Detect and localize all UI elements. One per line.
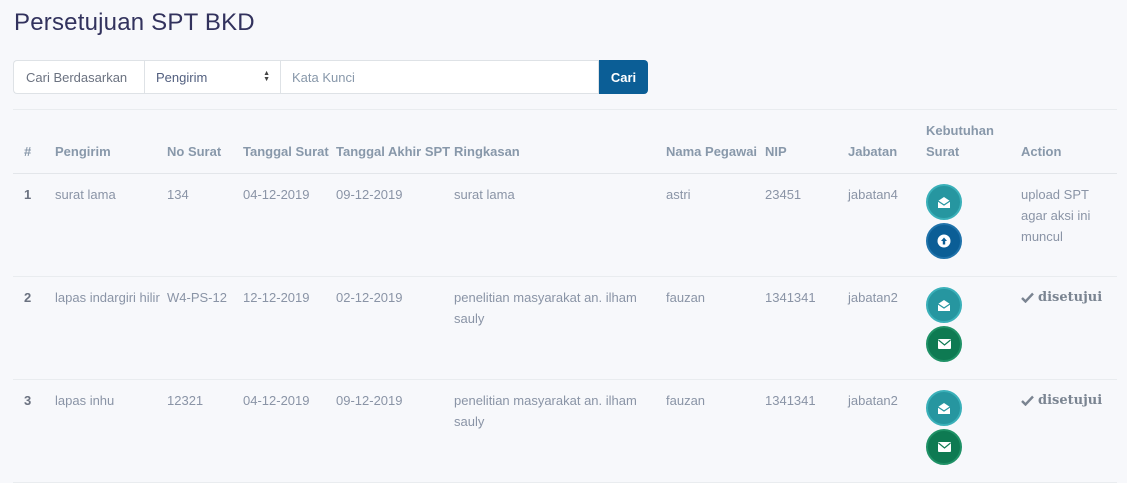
row-tanggal-akhir: 09-12-2019 xyxy=(336,379,454,483)
row-nip: 1341341 xyxy=(765,276,848,380)
row-action: disetujui xyxy=(1021,276,1117,380)
row-no-surat: 12321 xyxy=(167,379,243,483)
envelope-open-icon xyxy=(937,196,951,208)
row-kebutuhan xyxy=(926,379,1021,483)
row-kebutuhan xyxy=(926,173,1021,277)
envelope-icon xyxy=(937,442,951,452)
row-pengirim: lapas indargiri hilir xyxy=(55,276,167,380)
row-ringkasan: surat lama xyxy=(454,173,666,277)
send-letter-button[interactable] xyxy=(926,429,962,465)
envelope-open-icon xyxy=(937,299,951,311)
col-header-kebutuhan: Kebutuhan Surat xyxy=(926,109,1021,174)
select-arrows-icon: ▲ ▼ xyxy=(263,70,270,83)
approved-label: disetujui xyxy=(1038,290,1103,305)
col-header-action: Action xyxy=(1021,109,1117,174)
col-header-tanggal-akhir: Tanggal Akhir SPT xyxy=(336,109,454,174)
row-tanggal-surat: 12-12-2019 xyxy=(243,276,336,380)
col-header-tanggal-surat: Tanggal Surat xyxy=(243,109,336,174)
col-header-nama-pegawai: Nama Pegawai xyxy=(666,109,765,174)
approved-label: disetujui xyxy=(1038,393,1103,408)
envelope-open-icon xyxy=(937,402,951,414)
check-icon xyxy=(1021,292,1034,303)
row-tanggal-surat: 04-12-2019 xyxy=(243,173,336,277)
search-input[interactable]: Kata Kunci xyxy=(280,60,599,94)
row-ringkasan: penelitian masyarakat an. ilham sauly xyxy=(454,379,666,483)
send-letter-button[interactable] xyxy=(926,326,962,362)
row-jabatan: jabatan2 xyxy=(848,276,926,380)
col-header-pengirim: Pengirim xyxy=(55,109,167,174)
row-ringkasan: penelitian masyarakat an. ilham sauly xyxy=(454,276,666,380)
search-bar: Cari Berdasarkan Pengirim ▲ ▼ Kata Kunci … xyxy=(13,60,648,94)
page-title: Persetujuan SPT BKD xyxy=(14,9,255,36)
search-field-select-value: Pengirim xyxy=(156,69,208,85)
row-num: 3 xyxy=(13,379,55,483)
upload-spt-button[interactable] xyxy=(926,223,962,259)
table-row: 2 lapas indargiri hilir W4-PS-12 12-12-2… xyxy=(13,276,1117,380)
search-by-label: Cari Berdasarkan xyxy=(13,60,144,94)
search-button[interactable]: Cari xyxy=(599,60,648,94)
search-field-select[interactable]: Pengirim ▲ ▼ xyxy=(144,60,280,94)
col-header-num: # xyxy=(13,109,55,174)
row-nip: 1341341 xyxy=(765,379,848,483)
row-nama-pegawai: fauzan xyxy=(666,379,765,483)
col-header-jabatan: Jabatan xyxy=(848,109,926,174)
row-num: 2 xyxy=(13,276,55,380)
row-tanggal-surat: 04-12-2019 xyxy=(243,379,336,483)
row-nip: 23451 xyxy=(765,173,848,277)
col-header-no-surat: No Surat xyxy=(167,109,243,174)
view-letter-button[interactable] xyxy=(926,184,962,220)
row-no-surat: 134 xyxy=(167,173,243,277)
row-nama-pegawai: astri xyxy=(666,173,765,277)
table-row: 1 surat lama 134 04-12-2019 09-12-2019 s… xyxy=(13,173,1117,277)
view-letter-button[interactable] xyxy=(926,287,962,323)
approved-status: disetujui xyxy=(1021,287,1117,308)
row-pengirim: surat lama xyxy=(55,173,167,277)
row-jabatan: jabatan4 xyxy=(848,173,926,277)
row-action: disetujui xyxy=(1021,379,1117,483)
row-jabatan: jabatan2 xyxy=(848,379,926,483)
row-nama-pegawai: fauzan xyxy=(666,276,765,380)
approved-status: disetujui xyxy=(1021,390,1117,411)
col-header-ringkasan: Ringkasan xyxy=(454,109,666,174)
row-tanggal-akhir: 02-12-2019 xyxy=(336,276,454,380)
col-header-nip: NIP xyxy=(765,109,848,174)
view-letter-button[interactable] xyxy=(926,390,962,426)
check-icon xyxy=(1021,395,1034,406)
table-row: 3 lapas inhu 12321 04-12-2019 09-12-2019… xyxy=(13,379,1117,483)
row-action: upload SPT agar aksi ini muncul xyxy=(1021,173,1117,277)
row-pengirim: lapas inhu xyxy=(55,379,167,483)
spt-table: # Pengirim No Surat Tanggal Surat Tangga… xyxy=(13,109,1117,483)
upload-icon xyxy=(937,234,951,248)
envelope-icon xyxy=(937,339,951,349)
row-num: 1 xyxy=(13,173,55,277)
row-no-surat: W4-PS-12 xyxy=(167,276,243,380)
row-kebutuhan xyxy=(926,276,1021,380)
table-header-row: # Pengirim No Surat Tanggal Surat Tangga… xyxy=(13,109,1117,174)
spt-table-wrapper: # Pengirim No Surat Tanggal Surat Tangga… xyxy=(13,109,1117,483)
row-tanggal-akhir: 09-12-2019 xyxy=(336,173,454,277)
